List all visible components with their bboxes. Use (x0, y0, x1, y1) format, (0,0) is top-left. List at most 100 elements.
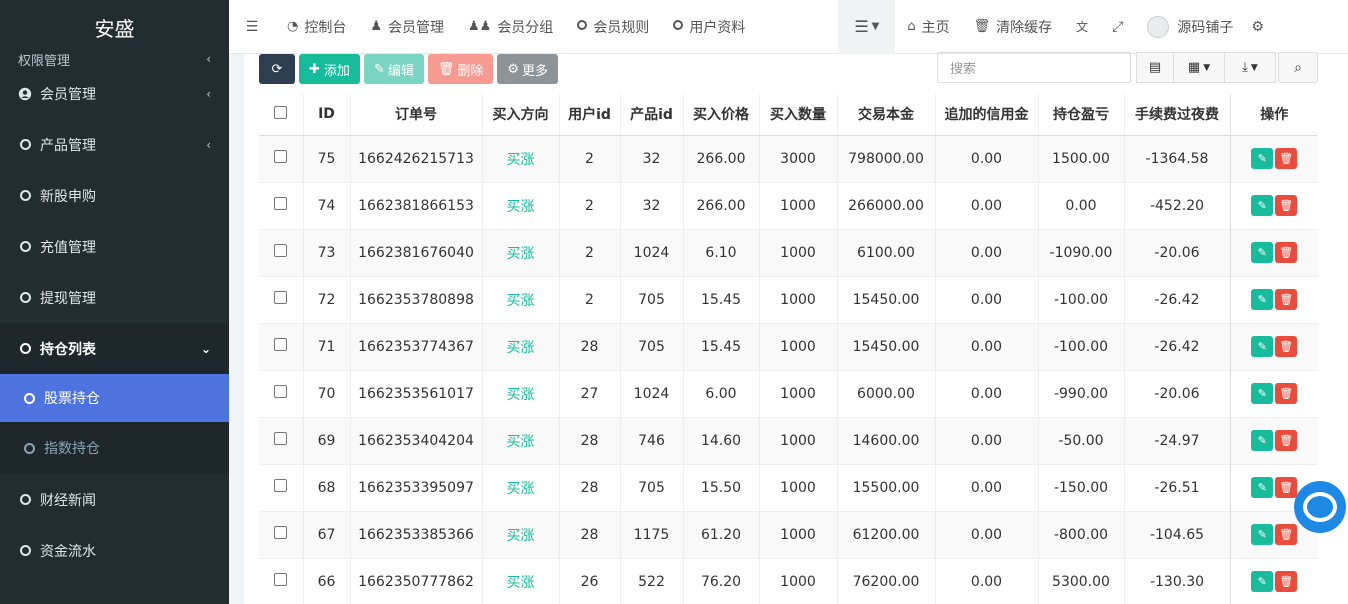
menu-dropdown-button[interactable]: ☰ ▼ (838, 0, 896, 54)
row-edit-button[interactable]: ✎ (1251, 524, 1274, 545)
sidebar-toggle-button[interactable]: ☰ (229, 0, 275, 54)
table-row[interactable]: 67 1662353385366 买涨 28 1175 61.20 1000 61200.00… (259, 510, 1318, 558)
fullscreen-button[interactable]: ⤢ (1100, 0, 1135, 54)
row-edit-button[interactable]: ✎ (1251, 289, 1274, 310)
row-checkbox[interactable] (259, 369, 303, 417)
row-edit-button[interactable]: ✎ (1251, 430, 1274, 451)
cell-price: 266.00 (682, 181, 759, 229)
table-row[interactable]: 72 1662353780898 买涨 2 705 15.45 1000 15450.00 0.… (259, 275, 1318, 323)
row-edit-button[interactable]: ✎ (1251, 477, 1274, 498)
sidebar-item-products[interactable]: 产品管理 ‹ (0, 119, 229, 170)
row-checkbox[interactable] (259, 463, 303, 511)
row-delete-button[interactable]: 🗑 (1275, 524, 1298, 545)
row-checkbox[interactable] (259, 557, 303, 604)
column-header[interactable]: 持仓盈亏 (1037, 94, 1124, 136)
column-header[interactable]: 用户id (558, 94, 620, 136)
column-header[interactable]: 买入方向 (481, 94, 559, 136)
nav-home[interactable]: ⌂ 主页 (895, 0, 961, 54)
sidebar-item-ipo[interactable]: 新股申购 (0, 170, 229, 221)
sidebar-item-label: 会员管理 (40, 86, 96, 103)
sidebar-item-news[interactable]: 财经新闻 (0, 474, 229, 525)
row-edit-button[interactable]: ✎ (1251, 195, 1274, 216)
table-row[interactable]: 75 1662426215713 买涨 2 32 266.00 3000 798000.00 0… (259, 134, 1318, 182)
table-row[interactable]: 73 1662381676040 买涨 2 1024 6.10 1000 6100.00 0.0… (259, 228, 1318, 276)
nav-label: 会员分组 (497, 19, 554, 36)
column-header[interactable]: 产品id (619, 94, 683, 136)
nav-groups[interactable]: ♟♟ 会员分组 (456, 0, 565, 54)
delete-button[interactable]: 🗑 删除 (427, 54, 494, 84)
sidebar-item-stock-positions[interactable]: 股票持仓 (0, 374, 229, 422)
sidebar-item-cashflow[interactable]: 资金流水 (0, 525, 229, 576)
row-delete-button[interactable]: 🗑 (1275, 477, 1298, 498)
toggle-view-button[interactable]: ▤ (1136, 52, 1174, 83)
table-row[interactable]: 70 1662353561017 买涨 27 1024 6.00 1000 6000.00 0.… (259, 369, 1318, 417)
row-delete-button[interactable]: 🗑 (1275, 195, 1298, 216)
table-row[interactable]: 68 1662353395097 买涨 28 705 15.50 1000 15500.00 0… (259, 463, 1318, 511)
nav-label: 用户资料 (689, 19, 746, 36)
export-button[interactable]: ⤓ ▼ (1224, 52, 1276, 83)
row-edit-button[interactable]: ✎ (1251, 148, 1274, 169)
row-checkbox[interactable] (259, 181, 303, 229)
row-checkbox[interactable] (259, 510, 303, 558)
nav-rules[interactable]: 会员规则 (565, 0, 661, 54)
language-button[interactable]: 文 (1064, 0, 1100, 54)
row-delete-button[interactable]: 🗑 (1275, 383, 1298, 404)
sidebar-item-members[interactable]: 会员管理 ‹ (0, 68, 229, 119)
nav-clear-cache[interactable]: 🗑 清除缓存 (962, 0, 1065, 54)
row-checkbox[interactable] (259, 275, 303, 323)
sidebar-item-recharge[interactable]: 充值管理 (0, 221, 229, 272)
table-row[interactable]: 71 1662353774367 买涨 28 705 15.45 1000 15450.00 0… (259, 322, 1318, 370)
columns-button[interactable]: ▦ ▼ (1173, 52, 1225, 83)
chat-button[interactable] (1294, 481, 1346, 533)
cell-price: 76.20 (682, 557, 759, 604)
sidebar-item-positions[interactable]: 持仓列表 ⌄ (0, 323, 229, 374)
table-row[interactable]: 69 1662353404204 买涨 28 746 14.60 1000 14600.00 0… (259, 416, 1318, 464)
user-menu[interactable]: 源码铺子 (1135, 0, 1245, 54)
grid-icon: ▦ (1187, 60, 1201, 75)
more-button[interactable]: ⚙ 更多 (497, 54, 559, 84)
row-edit-button[interactable]: ✎ (1251, 336, 1274, 357)
user-circle-icon (18, 87, 32, 101)
nav-members[interactable]: ♟ 会员管理 (358, 0, 456, 54)
table-row[interactable]: 66 1662350777862 买涨 26 522 76.20 1000 76200.00 0… (259, 557, 1318, 604)
user-icon: ♟ (370, 19, 382, 34)
row-delete-button[interactable]: 🗑 (1275, 242, 1298, 263)
cell-principal: 14600.00 (836, 416, 935, 464)
nav-dashboard[interactable]: ◔ 控制台 (275, 0, 358, 54)
row-delete-button[interactable]: 🗑 (1275, 571, 1298, 593)
column-header[interactable]: 手续费过夜费 (1123, 94, 1230, 136)
row-checkbox[interactable] (259, 134, 303, 182)
row-delete-button[interactable]: 🗑 (1275, 148, 1298, 169)
column-header[interactable]: ID (302, 94, 350, 136)
cell-id: 75 (302, 134, 350, 182)
nav-profile[interactable]: 用户资料 (661, 0, 757, 54)
add-button[interactable]: ✚ 添加 (299, 54, 360, 84)
row-edit-button[interactable]: ✎ (1251, 383, 1274, 404)
column-header[interactable]: 追加的信用金 (934, 94, 1038, 136)
row-delete-button[interactable]: 🗑 (1275, 336, 1298, 357)
row-edit-button[interactable]: ✎ (1251, 571, 1274, 593)
column-header[interactable]: 订单号 (349, 94, 482, 136)
refresh-button[interactable]: ⟳ (259, 54, 295, 84)
search-input[interactable]: 搜索 (937, 52, 1131, 83)
brand-logo[interactable]: 安盛 (0, 0, 229, 54)
table-row[interactable]: 74 1662381866153 买涨 2 32 266.00 1000 266000.00 0… (259, 181, 1318, 229)
search-button[interactable]: ⌕ (1278, 52, 1318, 83)
settings-button[interactable]: ⚙ (1245, 0, 1270, 54)
content-panel: ⟳ ✚ 添加 ✎ 编辑 🗑 删除 ⚙ 更多 搜索 ▤ ▦ ▼ ⤓ ▼ ⌕ ID … (244, 52, 1348, 604)
column-header[interactable]: 买入价格 (682, 94, 759, 136)
cell-id: 70 (302, 369, 350, 417)
sidebar-item-index-positions[interactable]: 指数持仓 (0, 422, 229, 474)
select-all-checkbox[interactable] (259, 94, 303, 136)
circle-icon (673, 19, 684, 34)
row-edit-button[interactable]: ✎ (1251, 242, 1274, 263)
row-checkbox[interactable] (259, 228, 303, 276)
row-checkbox[interactable] (259, 416, 303, 464)
row-checkbox[interactable] (259, 322, 303, 370)
edit-button[interactable]: ✎ 编辑 (363, 54, 424, 84)
column-header[interactable]: 交易本金 (836, 94, 935, 136)
column-header[interactable]: 买入数量 (758, 94, 837, 136)
row-delete-button[interactable]: 🗑 (1275, 430, 1298, 451)
sidebar-item-withdraw[interactable]: 提现管理 (0, 272, 229, 323)
row-delete-button[interactable]: 🗑 (1275, 289, 1298, 310)
